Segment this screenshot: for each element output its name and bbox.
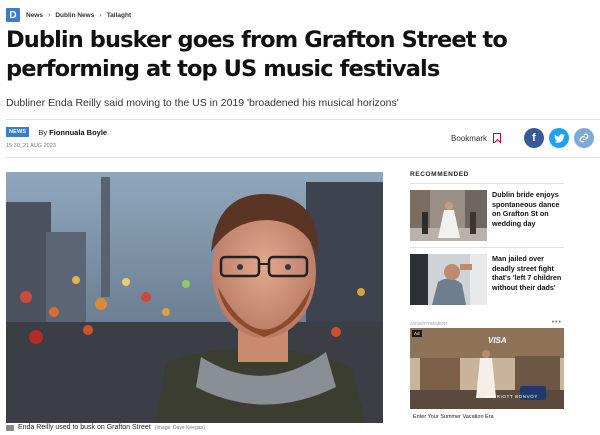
byline: NEWS By Fionnuala Boyle <box>6 127 107 137</box>
hero-photo-busker <box>6 172 383 423</box>
author-name[interactable]: Fionnuala Boyle <box>49 128 107 137</box>
site-logo[interactable]: D <box>6 8 20 22</box>
breadcrumb-separator-icon: › <box>47 11 51 19</box>
breadcrumb-news[interactable]: News <box>26 12 43 19</box>
breadcrumb-separator-icon: › <box>99 11 102 19</box>
recommended-thumbnail[interactable] <box>410 190 487 241</box>
camera-icon <box>6 424 14 431</box>
article-standfirst: Dubliner Enda Reilly said moving to the … <box>6 97 399 109</box>
divider <box>410 183 564 184</box>
breadcrumb-tallaght[interactable]: Tallaght <box>107 12 131 19</box>
hero-caption: Enda Reilly used to busk on Grafton Stre… <box>6 424 205 431</box>
hero-image[interactable] <box>6 172 383 423</box>
twitter-share-button[interactable] <box>549 128 569 148</box>
bookmark-icon[interactable] <box>493 133 501 143</box>
top-bar: D News › Dublin News › Tallaght <box>6 7 131 23</box>
divider <box>410 247 564 248</box>
by-prefix: By <box>38 127 48 137</box>
ad-brand-logo: VISA <box>488 336 507 345</box>
breadcrumb-dublin-news[interactable]: Dublin News <box>55 12 94 19</box>
ad-footer-text[interactable]: Enter Your Summer Vacation Era <box>413 414 494 420</box>
copy-link-button[interactable] <box>574 128 594 148</box>
ad-label: ADVERTISEMENT <box>410 321 449 326</box>
image-credit: (Image: Dave Keegan) <box>154 424 205 431</box>
recommended-headline[interactable]: Dublin bride enjoys spontaneous dance on… <box>492 190 564 241</box>
recommended-heading: RECOMMENDED <box>410 171 469 178</box>
article-headline: Dublin busker goes from Grafton Street t… <box>6 27 508 82</box>
article-actions: Bookmark f <box>451 128 594 148</box>
publish-timestamp: 15:30, 21 AUG 2023 <box>6 143 56 149</box>
breadcrumb: News › Dublin News › Tallaght <box>26 12 131 19</box>
recommended-headline[interactable]: Man jailed over deadly street fight that… <box>492 254 564 305</box>
news-badge[interactable]: NEWS <box>6 127 30 137</box>
ad-tag: Ad <box>412 330 422 337</box>
thumbnail-wedding-photo <box>410 190 487 241</box>
ad-options-icon[interactable]: ••• <box>552 319 562 326</box>
recommended-item[interactable]: Dublin bride enjoys spontaneous dance on… <box>410 190 564 241</box>
divider <box>6 119 600 120</box>
advertisement[interactable]: ADVERTISEMENT ••• Ad VISA MARRIOTT BONVO… <box>410 319 564 429</box>
link-icon <box>579 133 589 143</box>
thumbnail-man-wall-photo <box>410 254 487 305</box>
bookmark-label[interactable]: Bookmark <box>451 134 487 143</box>
author-line: By Fionnuala Boyle <box>38 128 107 137</box>
recommended-thumbnail[interactable] <box>410 254 487 305</box>
caption-text: Enda Reilly used to busk on Grafton Stre… <box>18 424 151 431</box>
facebook-share-button[interactable]: f <box>524 128 544 148</box>
recommended-item[interactable]: Man jailed over deadly street fight that… <box>410 254 564 305</box>
divider <box>6 157 600 158</box>
ad-partner-logo: MARRIOTT BONVOY <box>485 394 538 399</box>
twitter-bird-icon <box>553 133 565 143</box>
ad-creative[interactable]: Ad VISA MARRIOTT BONVOY <box>410 328 564 409</box>
